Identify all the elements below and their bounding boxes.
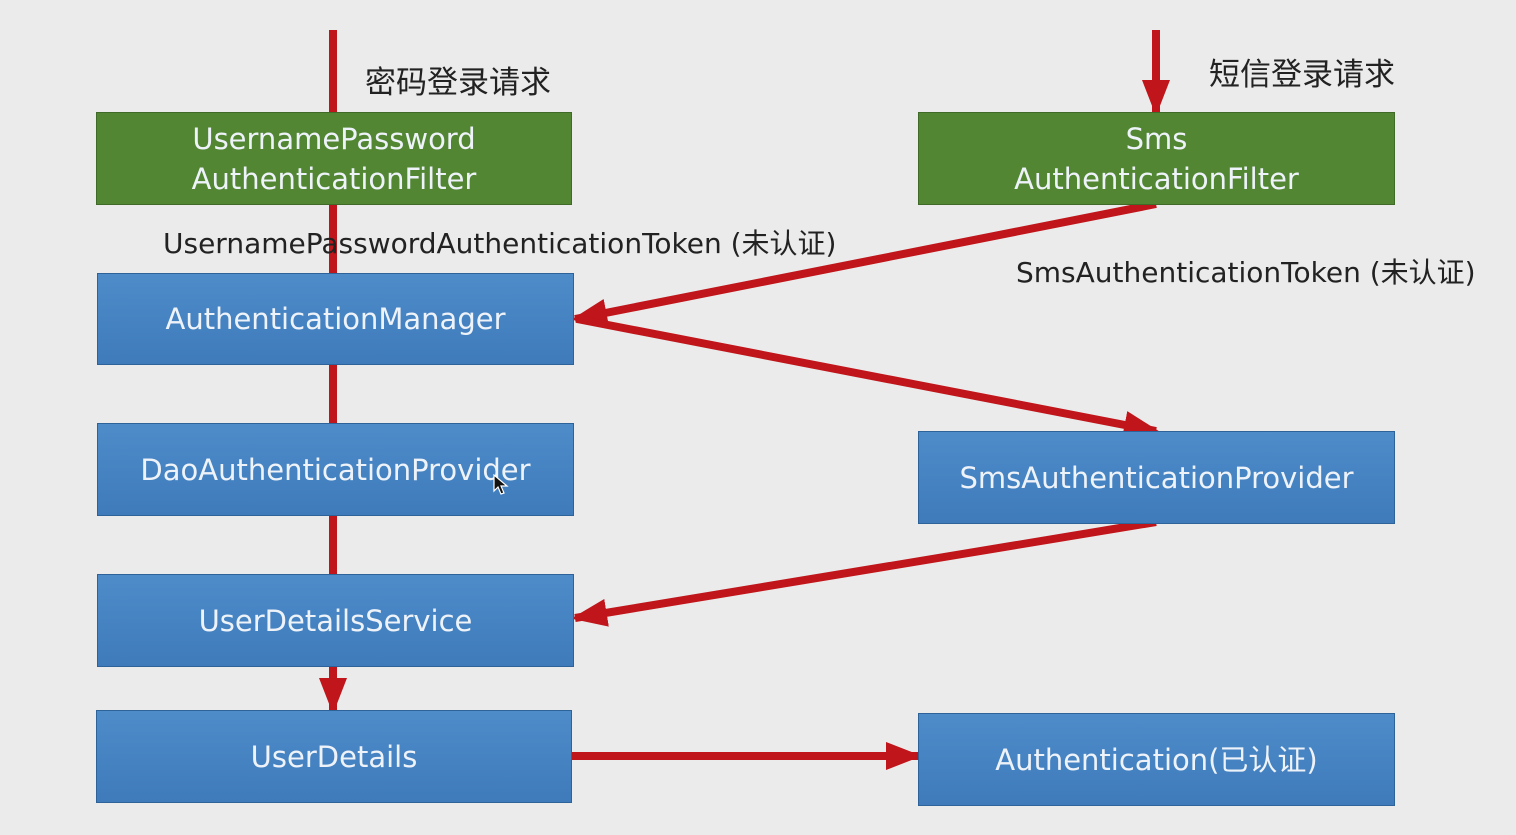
authentication-flow-diagram: 密码登录请求 短信登录请求 UsernamePassword Authentic… — [0, 0, 1516, 835]
user-details-box: UserDetails — [96, 710, 572, 803]
dao-authentication-provider-box: DaoAuthenticationProvider — [97, 423, 574, 516]
sms-request-label: 短信登录请求 — [1209, 57, 1395, 93]
sms-filter-line2: AuthenticationFilter — [1014, 161, 1299, 196]
sms-authentication-provider-box: SmsAuthenticationProvider — [918, 431, 1395, 524]
sms-filter-box: Sms AuthenticationFilter — [918, 112, 1395, 205]
sms-token-label: SmsAuthenticationToken (未认证) — [1016, 256, 1476, 289]
username-password-filter-box: UsernamePassword AuthenticationFilter — [96, 112, 572, 205]
sms-filter-line1: Sms — [1125, 121, 1188, 156]
sms-provider-to-service-arrow — [571, 518, 1157, 627]
user-details-service-box: UserDetailsService — [97, 574, 574, 667]
authentication-box: Authentication(已认证) — [918, 713, 1395, 806]
manager-to-sms-provider-arrow — [576, 315, 1160, 439]
password-request-label: 密码登录请求 — [365, 65, 551, 101]
username-password-filter-line1: UsernamePassword — [192, 121, 476, 156]
mouse-cursor-icon — [493, 474, 509, 495]
authentication-manager-box: AuthenticationManager — [97, 273, 574, 365]
password-token-label: UsernamePasswordAuthenticationToken (未认证… — [163, 227, 837, 260]
username-password-filter-line2: AuthenticationFilter — [191, 161, 477, 196]
